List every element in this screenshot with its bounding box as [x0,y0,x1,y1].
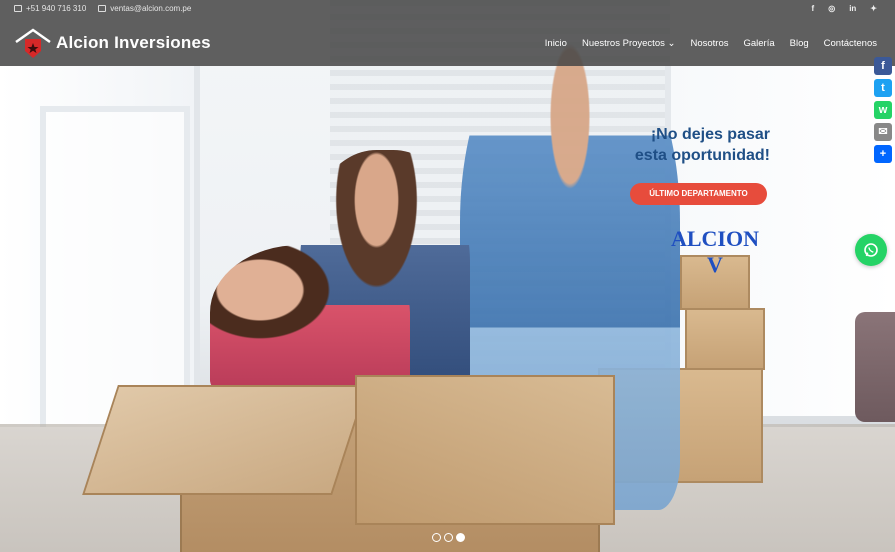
email-address: ventas@alcion.com.pe [110,4,192,13]
site-header: +51 940 716 310 ventas@alcion.com.pe f ◎… [0,0,895,66]
whatsapp-chat-button[interactable] [855,234,887,266]
nav-item-blog[interactable]: Blog [790,38,809,49]
logo-mark-icon [14,27,52,59]
linkedin-icon[interactable]: in [849,4,856,13]
main-nav: Inicio Nuestros Proyectos ⌄ Nosotros Gal… [545,38,877,49]
brand-name: Alcion Inversiones [56,33,211,52]
email-link[interactable]: ventas@alcion.com.pe [98,4,191,13]
background-chair [855,312,895,422]
project-name-line-1: ALCION [670,226,759,251]
nav-item-inicio[interactable]: Inicio [545,38,567,49]
whatsapp-icon [864,243,878,257]
phone-icon [14,5,22,12]
project-name: ALCION V [660,226,770,278]
slider-dot-active[interactable] [456,533,465,542]
chevron-down-icon: ⌄ [667,38,676,49]
site-logo[interactable]: Alcion Inversiones [14,27,211,59]
more-share-icon[interactable]: + [874,145,892,163]
envelope-icon [98,5,107,12]
share-sidebar: f t w ✉ + [874,57,892,163]
cardboard-box-stack [685,308,765,370]
cta-button[interactable]: ÚLTIMO DEPARTAMENTO [630,183,767,205]
slider-dot[interactable] [444,533,453,542]
social-links: f ◎ in ✦ [812,4,877,13]
whatsapp-share-icon[interactable]: w [874,101,892,119]
slider-dots [432,533,465,542]
hero-headline-line-1: ¡No dejes pasar [650,126,770,143]
hero-headline: ¡No dejes pasar esta oportunidad! [600,124,770,166]
nav-item-label: Nuestros Proyectos [581,38,665,49]
instagram-icon[interactable]: ◎ [828,4,835,13]
hero-headline-line-2: esta oportunidad! [634,147,770,164]
cardboard-box-flap [355,375,615,525]
phone-link[interactable]: +51 940 716 310 [14,4,86,13]
nav-item-galeria[interactable]: Galería [743,38,774,49]
nav-item-nuestros-proyectos[interactable]: Nuestros Proyectos ⌄ [582,38,676,49]
slider-dot[interactable] [432,533,441,542]
email-share-icon[interactable]: ✉ [874,123,892,141]
facebook-icon[interactable]: f [812,4,815,13]
twitter-share-icon[interactable]: t [874,79,892,97]
photo-girl [210,245,410,395]
contact-info: +51 940 716 310 ventas@alcion.com.pe [14,4,191,13]
nav-item-contactenos[interactable]: Contáctenos [824,38,877,49]
phone-number: +51 940 716 310 [26,4,87,13]
nav-item-nosotros[interactable]: Nosotros [690,38,728,49]
twitter-icon[interactable]: ✦ [870,4,877,13]
facebook-share-icon[interactable]: f [874,57,892,75]
project-name-line-2: V [707,252,723,277]
cardboard-box-flap [82,385,368,495]
